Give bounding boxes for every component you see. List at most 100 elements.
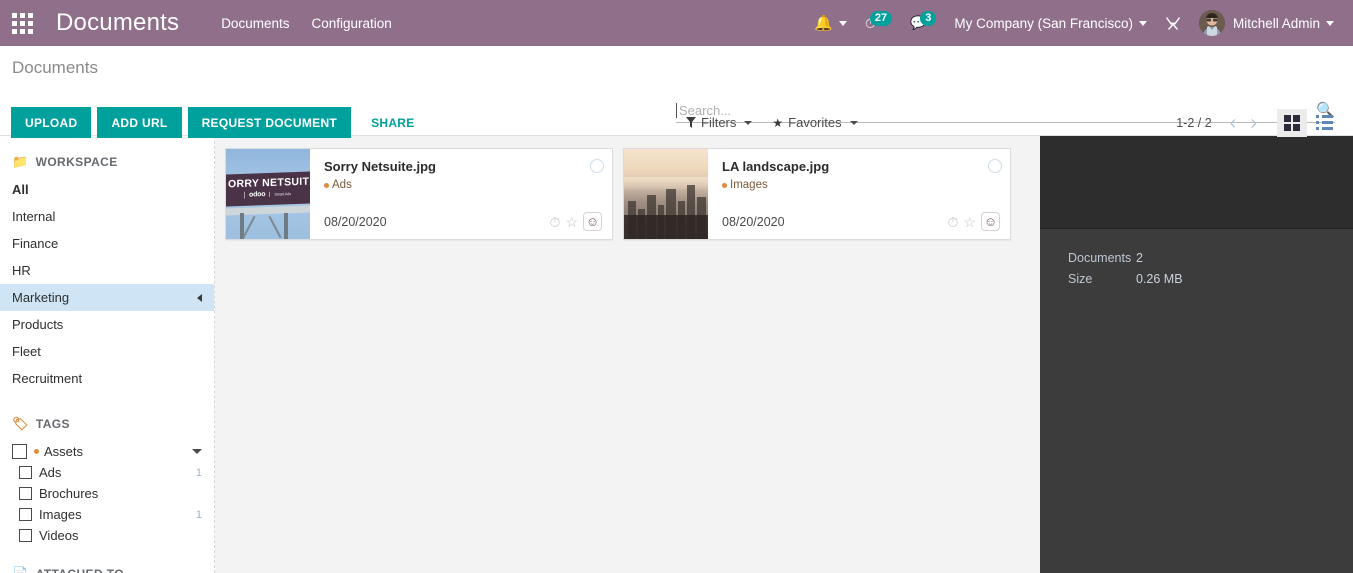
- sidebar-item-label: Recruitment: [12, 371, 83, 386]
- checkbox[interactable]: [12, 444, 27, 459]
- tag-group-assets[interactable]: Assets: [0, 438, 214, 462]
- chevron-down-icon: [849, 120, 858, 125]
- clock-icon[interactable]: ⏱: [550, 215, 561, 229]
- document-thumbnail: [624, 149, 708, 239]
- messages-button[interactable]: 💬 3: [901, 0, 945, 46]
- sidebar-item-products[interactable]: Products: [0, 311, 214, 338]
- sidebar-item-label: Internal: [12, 209, 56, 224]
- workspace-title: WORKSPACE: [35, 155, 118, 169]
- document-card[interactable]: LA landscape.jpg Images 08/20/2020 ⏱ ☆ ☺: [623, 148, 1011, 240]
- sidebar-item-hr[interactable]: HR: [0, 257, 214, 284]
- tag-item-count: 1: [195, 466, 202, 479]
- sidebar-item-marketing[interactable]: Marketing: [0, 284, 214, 311]
- smiley-avatar-icon[interactable]: ☺: [583, 212, 602, 231]
- document-date: 08/20/2020: [324, 214, 387, 229]
- inspector-label: Documents: [1068, 251, 1132, 265]
- activities-button[interactable]: ⏱ 27: [856, 0, 901, 46]
- star-icon: ★: [772, 115, 784, 130]
- tools-icon: [1165, 17, 1180, 30]
- filters-label: Filters: [701, 115, 737, 130]
- document-inspector: Documents 2 Size 0.26 MB: [1040, 136, 1353, 573]
- sidebar-item-label: HR: [12, 263, 31, 278]
- sidebar-item-fleet[interactable]: Fleet: [0, 338, 214, 365]
- document-card-icons: ⏱ ☆ ☺: [948, 212, 1000, 231]
- document-tag-label: Images: [730, 179, 768, 191]
- developer-tools-button[interactable]: [1156, 0, 1190, 46]
- activity-count-badge: 27: [869, 10, 893, 27]
- folder-icon: 📁: [12, 154, 29, 169]
- star-outline-icon[interactable]: ☆: [565, 215, 578, 229]
- tag-item-ads[interactable]: Ads 1: [0, 462, 214, 483]
- tags-section-header: 🏷 TAGS: [0, 412, 214, 438]
- tag-color-bullet: [722, 182, 727, 188]
- company-name-label: My Company (San Francisco): [954, 15, 1133, 31]
- sidebar-item-label: Finance: [12, 236, 59, 251]
- tag-item-brochures[interactable]: Brochures: [0, 483, 214, 504]
- inspector-value: 0.26 MB: [1136, 272, 1183, 286]
- tag-color-bullet: [324, 182, 329, 188]
- checkbox[interactable]: [19, 487, 32, 500]
- document-card[interactable]: ORRY NETSUIT odoo Smart Ads Sorry Netsuit…: [225, 148, 613, 240]
- chevron-down-icon: [1326, 20, 1334, 26]
- checkbox[interactable]: [19, 529, 32, 542]
- user-menu[interactable]: Mitchell Admin: [1190, 0, 1343, 46]
- pager-next-button[interactable]: ›: [1244, 113, 1263, 133]
- billboard-leg: [284, 213, 288, 239]
- document-card-footer: 08/20/2020 ⏱ ☆ ☺: [324, 212, 602, 231]
- request-document-button[interactable]: REQUEST DOCUMENT: [187, 107, 352, 138]
- document-icon: 📄: [12, 566, 29, 573]
- document-name: LA landscape.jpg: [722, 159, 830, 174]
- page-title: Documents: [12, 58, 98, 77]
- tag-item-videos[interactable]: Videos: [0, 525, 214, 546]
- sidebar: 📁 WORKSPACE All Internal Finance HR Mark…: [0, 136, 215, 573]
- add-url-button[interactable]: ADD URL: [97, 107, 182, 138]
- company-switcher[interactable]: My Company (San Francisco): [945, 0, 1156, 46]
- sidebar-item-recruitment[interactable]: Recruitment: [0, 365, 214, 392]
- menu-item-configuration[interactable]: Configuration: [311, 16, 391, 31]
- share-button[interactable]: SHARE: [357, 107, 429, 138]
- document-tag-label: Ads: [332, 179, 352, 191]
- list-view-icon: [1315, 115, 1333, 130]
- kanban-view-button[interactable]: [1277, 108, 1307, 137]
- smiley-avatar-icon[interactable]: ☺: [981, 212, 1000, 231]
- control-panel: Documents UPLOAD ADD URL REQUEST DOCUMEN…: [0, 46, 1353, 138]
- billboard-brace: [242, 215, 256, 239]
- document-name: Sorry Netsuite.jpg: [324, 159, 436, 174]
- inspector-label: Size: [1068, 272, 1093, 286]
- chevron-down-icon[interactable]: [192, 449, 202, 454]
- tag-item-count: 1: [195, 508, 202, 521]
- inspector-preview-area: [1040, 136, 1353, 228]
- tag-group-label: Assets: [44, 444, 84, 459]
- checkbox[interactable]: [19, 466, 32, 479]
- inspector-info: Documents 2 Size 0.26 MB: [1040, 228, 1353, 573]
- tag-item-label: Ads: [39, 465, 62, 480]
- tag-color-bullet: [34, 449, 39, 454]
- favorites-dropdown[interactable]: ★ Favorites: [762, 112, 867, 133]
- list-view-button[interactable]: [1309, 109, 1339, 137]
- apps-grid-glyph: [11, 12, 33, 34]
- pager-previous-button[interactable]: ‹: [1224, 113, 1243, 133]
- tag-item-images[interactable]: Images 1: [0, 504, 214, 525]
- tags-title: TAGS: [35, 417, 70, 431]
- clock-icon[interactable]: ⏱: [948, 215, 959, 229]
- apps-menu-icon[interactable]: [0, 0, 44, 46]
- sidebar-item-internal[interactable]: Internal: [0, 203, 214, 230]
- menu-item-documents[interactable]: Documents: [221, 16, 289, 31]
- favorites-label: Favorites: [788, 115, 842, 130]
- avatar: [1198, 10, 1225, 36]
- sidebar-item-finance[interactable]: Finance: [0, 230, 214, 257]
- view-switcher: [1277, 108, 1339, 137]
- inspector-row-documents: Documents 2: [1068, 251, 1353, 265]
- upload-button[interactable]: UPLOAD: [11, 107, 92, 138]
- sidebar-item-label: All: [12, 182, 29, 197]
- sidebar-item-all[interactable]: All: [0, 176, 214, 203]
- star-outline-icon[interactable]: ☆: [963, 215, 976, 229]
- document-date: 08/20/2020: [722, 214, 785, 229]
- filters-dropdown[interactable]: Filters: [676, 112, 762, 133]
- notifications-bell-button[interactable]: 🔔: [805, 0, 856, 46]
- selection-circle-icon[interactable]: [590, 159, 604, 173]
- attached-to-section-header: 📄 ATTACHED TO: [0, 562, 214, 573]
- tag-item-label: Brochures: [39, 486, 99, 501]
- checkbox[interactable]: [19, 508, 32, 521]
- selection-circle-icon[interactable]: [988, 159, 1002, 173]
